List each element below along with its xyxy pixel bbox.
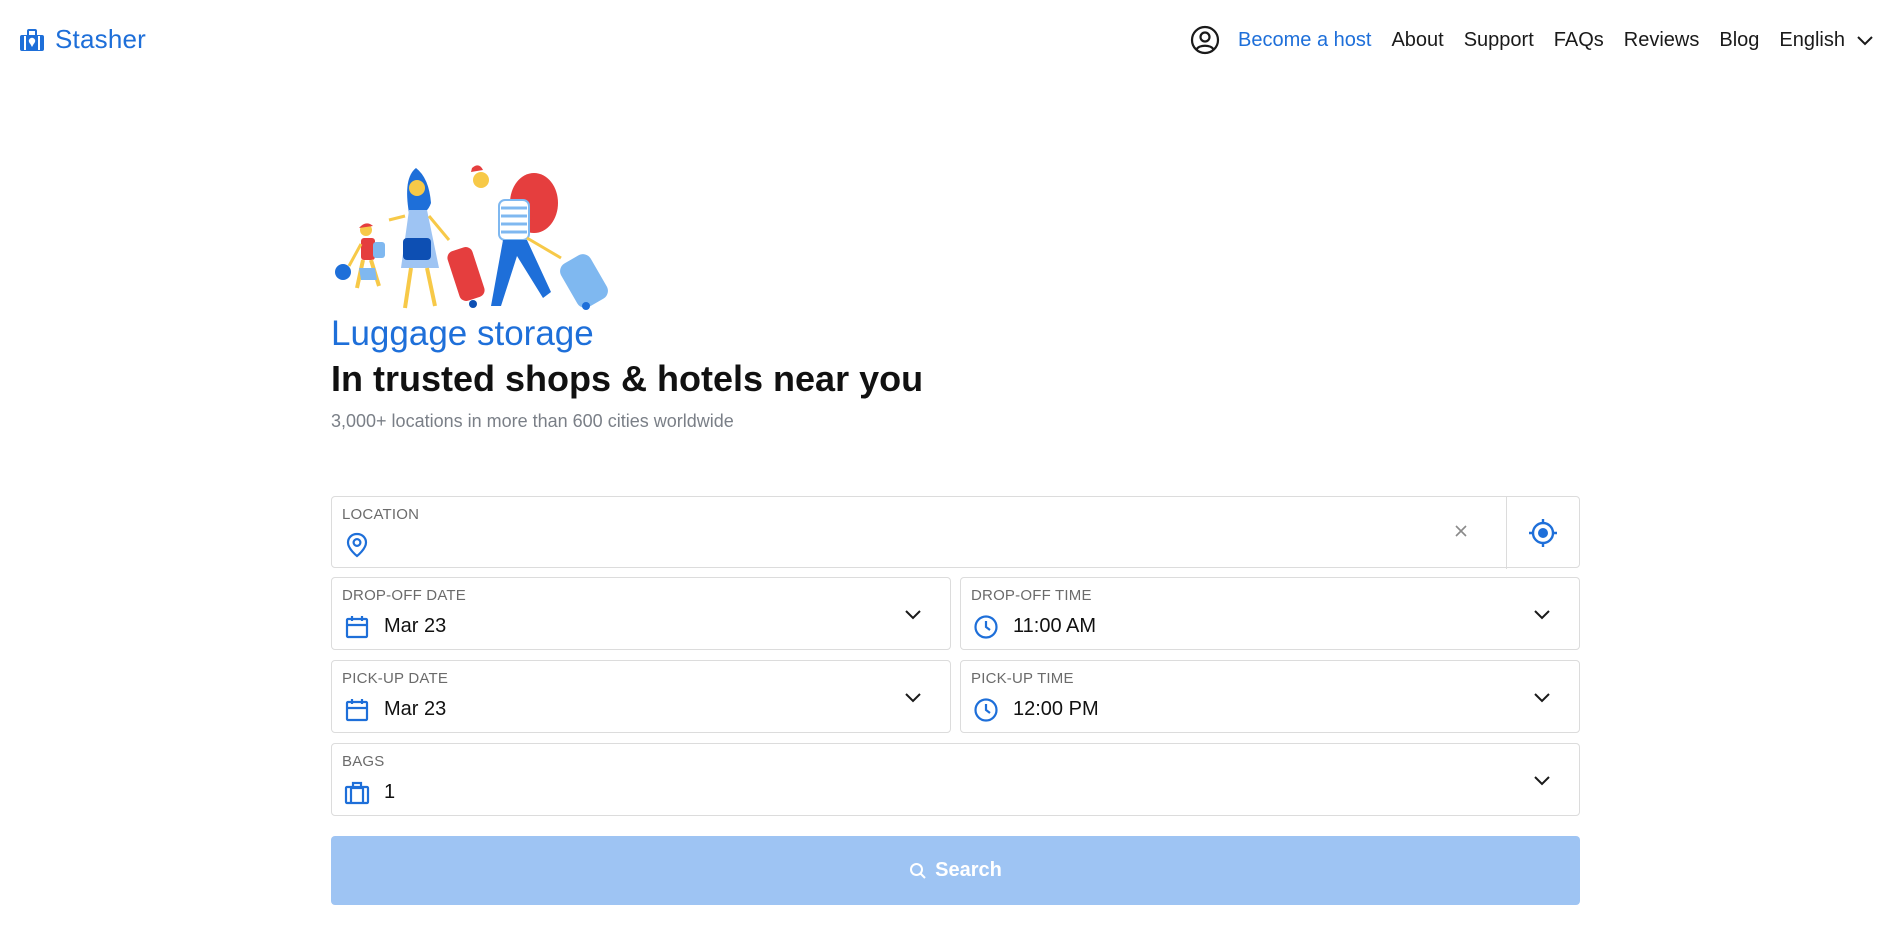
nav-blog[interactable]: Blog	[1719, 22, 1759, 58]
location-label: LOCATION	[342, 506, 420, 523]
nav-faqs[interactable]: FAQs	[1554, 22, 1604, 58]
dropoff-date-field[interactable]: DROP-OFF DATE Mar 23	[331, 577, 951, 650]
bags-label: BAGS	[342, 753, 385, 770]
nav-become-a-host[interactable]: Become a host	[1238, 22, 1371, 58]
account-circle-icon[interactable]	[1190, 25, 1220, 55]
chevron-down-icon	[1534, 610, 1550, 620]
chevron-down-icon	[1534, 776, 1550, 786]
dropoff-time-field[interactable]: DROP-OFF TIME 11:00 AM	[960, 577, 1580, 650]
location-field[interactable]: LOCATION	[331, 496, 1580, 569]
map-pin-icon	[346, 532, 368, 558]
language-label: English	[1779, 28, 1845, 51]
search-button[interactable]: Search	[331, 836, 1580, 905]
search-icon	[910, 862, 926, 879]
pickup-time-field[interactable]: PICK-UP TIME 12:00 PM	[960, 660, 1580, 733]
hero-eyebrow: Luggage storage	[331, 314, 594, 353]
hero: Luggage storage In trusted shops & hotel…	[331, 158, 1581, 431]
hero-headline: In trusted shops & hotels near you	[331, 358, 924, 399]
dropoff-date-value: Mar 23	[384, 615, 447, 637]
pickup-time-label: PICK-UP TIME	[971, 670, 1074, 687]
top-nav: Become a host About Support FAQs Reviews…	[1190, 22, 1875, 58]
site-header: Stasher Become a host About Support FAQs…	[0, 0, 1897, 82]
suitcase-logo-icon	[20, 28, 44, 51]
language-selector[interactable]: English	[1779, 29, 1875, 52]
dropoff-time-label: DROP-OFF TIME	[971, 587, 1092, 604]
clear-icon[interactable]	[1451, 521, 1471, 541]
chevron-down-icon	[905, 693, 921, 703]
search-label: Search	[935, 859, 1002, 881]
clock-icon	[974, 615, 998, 639]
pickup-time-value: 12:00 PM	[1013, 698, 1099, 720]
brand-name: Stasher	[55, 24, 147, 54]
logo[interactable]: Stasher	[19, 24, 146, 55]
travelers-illustration	[335, 165, 608, 310]
bags-value: 1	[384, 781, 396, 803]
chevron-down-icon	[1534, 693, 1550, 703]
dropoff-time-value: 11:00 AM	[1013, 615, 1097, 637]
crosshair-icon	[1529, 519, 1557, 547]
pickup-date-label: PICK-UP DATE	[342, 670, 449, 687]
nav-support[interactable]: Support	[1464, 22, 1534, 58]
pickup-date-field[interactable]: PICK-UP DATE Mar 23	[331, 660, 951, 733]
nav-reviews[interactable]: Reviews	[1624, 22, 1700, 58]
hero-subhead: 3,000+ locations in more than 600 cities…	[331, 411, 734, 431]
pickup-date-value: Mar 23	[384, 698, 447, 720]
clock-icon	[974, 698, 998, 722]
calendar-icon	[345, 616, 369, 639]
locate-me-button[interactable]	[1506, 497, 1579, 569]
location-input[interactable]	[382, 535, 1486, 565]
luggage-icon	[344, 781, 370, 805]
dropoff-date-label: DROP-OFF DATE	[342, 587, 466, 604]
nav-about[interactable]: About	[1391, 22, 1443, 58]
chevron-down-icon	[905, 610, 921, 620]
chevron-down-icon	[1857, 36, 1873, 46]
bags-field[interactable]: BAGS 1	[331, 743, 1580, 816]
calendar-icon	[345, 699, 369, 722]
